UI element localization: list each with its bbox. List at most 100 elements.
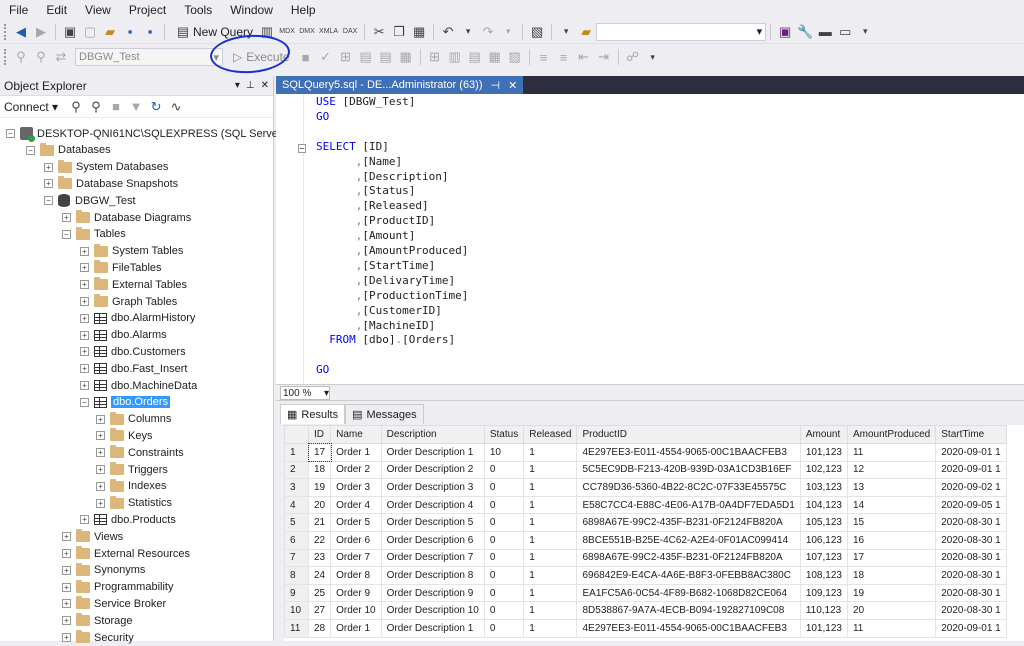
row-number[interactable]: 1 [284,443,309,462]
expand-icon[interactable]: + [80,364,89,374]
expand-icon[interactable]: + [80,330,89,340]
available-databases-select[interactable]: DBGW_Test ▾ [75,48,223,66]
expand-icon[interactable]: + [96,448,105,458]
tree-node[interactable]: + System Databases [44,159,168,176]
table-cell[interactable]: Order Description 2 [380,460,485,480]
save-icon[interactable]: ▪ [122,22,138,42]
table-cell[interactable]: 22 [307,530,332,550]
connect-icon[interactable]: ⚲ [13,47,29,67]
expand-icon[interactable]: + [62,616,71,626]
table-cell[interactable]: 19 [307,478,332,497]
row-number[interactable]: 3 [284,478,309,497]
table-cell[interactable]: 1 [523,566,578,585]
expand-icon[interactable]: + [80,246,89,256]
table-cell[interactable]: Order Description 7 [380,548,485,568]
expand-icon[interactable]: + [80,347,89,357]
query-designer-icon[interactable]: ▤ [358,47,374,67]
column-header[interactable]: ID [307,425,332,444]
expand-icon[interactable]: + [44,162,53,172]
table-row[interactable]: 6 22 Order 6 Order Description 6 0 1 8BCE551B-… [284,530,1007,550]
table-cell[interactable]: 6898A67E-99C2-435F-B231-0F2124FB820A [576,548,801,568]
tree-node[interactable]: + Programmability [62,579,173,596]
table-cell[interactable]: Order Description 8 [380,566,485,585]
table-cell[interactable]: 4E297EE3-E011-4554-9065-00C1BAACFEB3 [576,443,801,462]
table-cell[interactable]: 108,123 [799,566,848,585]
table-cell[interactable]: 18 [846,566,937,585]
tab-sqlquery5[interactable]: SQLQuery5.sql - DE...Administrator (63))… [276,76,524,94]
table-cell[interactable]: 101,123 [799,443,848,462]
table-cell[interactable]: 8D538867-9A7A-4ECB-B094-192827109C08 [576,601,801,620]
tree-node[interactable]: + External Tables [80,276,187,293]
collapse-icon[interactable]: − [44,196,53,206]
increase-indent-icon[interactable]: ⇥ [596,47,612,67]
zoom-select[interactable]: 100 % ▾ [280,386,330,400]
comment-icon[interactable]: ≡ [536,47,552,67]
table-cell[interactable]: E58C7CC4-E88C-4E06-A17B-0A4DF7EDA5D1 [576,495,801,515]
xmla-query-icon[interactable]: XMLA [319,22,338,42]
add-item-icon[interactable]: ▢ [82,22,98,42]
table-cell[interactable]: 20 [307,495,332,515]
expand-icon[interactable]: + [96,498,105,508]
table-cell[interactable]: Order 10 [330,601,382,620]
tree-node[interactable]: + Security [62,629,134,646]
table-cell[interactable]: 2020-09-01 1 [935,618,1007,638]
table-cell[interactable]: Order 4 [330,495,382,515]
window-position-icon[interactable]: ▾ [235,80,240,91]
column-header[interactable]: ProductID [576,425,801,444]
tree-node[interactable]: + dbo.Products [80,511,176,528]
menu-tools[interactable]: Tools [175,0,221,20]
expand-icon[interactable]: + [80,515,89,525]
save-all-icon[interactable]: ▪ [142,22,158,42]
table-cell[interactable]: 2020-08-30 1 [935,513,1007,532]
tab-messages[interactable]: ▤ Messages [345,404,424,424]
table-cell[interactable]: 27 [307,601,332,620]
row-number[interactable]: 4 [284,495,309,515]
table-cell[interactable]: 2020-08-30 1 [935,601,1007,620]
table-cell[interactable]: Order Description 10 [380,601,485,620]
table-cell[interactable]: 1 [523,513,578,532]
tree-node[interactable]: + System Tables [80,243,183,260]
disconnect-icon[interactable]: ⚲ [33,47,49,67]
expand-icon[interactable]: + [62,599,71,609]
tree-node[interactable]: + FileTables [80,259,162,276]
table-cell[interactable]: 2020-08-30 1 [935,583,1007,603]
toolbar-options-icon[interactable]: ▾ [857,22,873,42]
solution-explorer-icon[interactable]: ▣ [777,22,793,42]
table-cell[interactable]: 19 [846,583,937,603]
row-number[interactable]: 9 [284,583,309,603]
tree-node[interactable]: + dbo.Alarms [80,327,167,344]
properties-wrench-icon[interactable]: 🔧 [797,22,813,42]
table-cell[interactable]: 11 [846,618,937,638]
expand-icon[interactable]: + [62,532,71,542]
expand-icon[interactable]: + [80,381,89,390]
tree-node[interactable]: − DBGW_Test [44,192,136,209]
table-cell[interactable]: 1 [523,530,578,550]
menu-file[interactable]: File [0,0,37,20]
table-cell[interactable]: 1 [523,460,578,480]
table-cell[interactable]: Order 5 [330,513,382,532]
results-grid[interactable]: ID Name Description Status Released ProductID… [284,425,1024,641]
pin-icon[interactable]: ⊥ [246,80,255,91]
table-cell[interactable]: 2020-09-02 1 [935,478,1007,497]
column-header[interactable]: StartTime [935,425,1007,444]
change-connection-icon[interactable]: ⇄ [53,47,69,67]
decrease-indent-icon[interactable]: ⇤ [576,47,592,67]
row-number[interactable]: 8 [284,566,309,585]
collapse-icon[interactable]: − [6,129,15,138]
redo-icon[interactable]: ↷ [480,22,496,42]
disconnect-icon[interactable]: ⚲ [88,97,104,117]
table-cell[interactable]: Order Description 1 [380,443,485,462]
results-to-file-icon[interactable]: ▨ [507,47,523,67]
column-header[interactable]: Name [330,425,382,444]
table-row[interactable]: 8 24 Order 8 Order Description 8 0 1 696842E9-… [284,566,1007,585]
expand-icon[interactable]: + [80,263,89,273]
tree-node[interactable]: + Service Broker [62,595,166,612]
table-cell[interactable]: Order 2 [330,460,382,480]
table-cell[interactable]: 25 [307,583,332,603]
expand-icon[interactable]: + [44,179,53,189]
paste-icon[interactable]: ▦ [411,22,427,42]
find-in-files-icon[interactable]: ▰ [578,22,594,42]
tree-node[interactable]: + Keys [96,427,152,444]
tree-node[interactable]: + Indexes [96,478,167,495]
expand-icon[interactable]: + [96,414,105,424]
